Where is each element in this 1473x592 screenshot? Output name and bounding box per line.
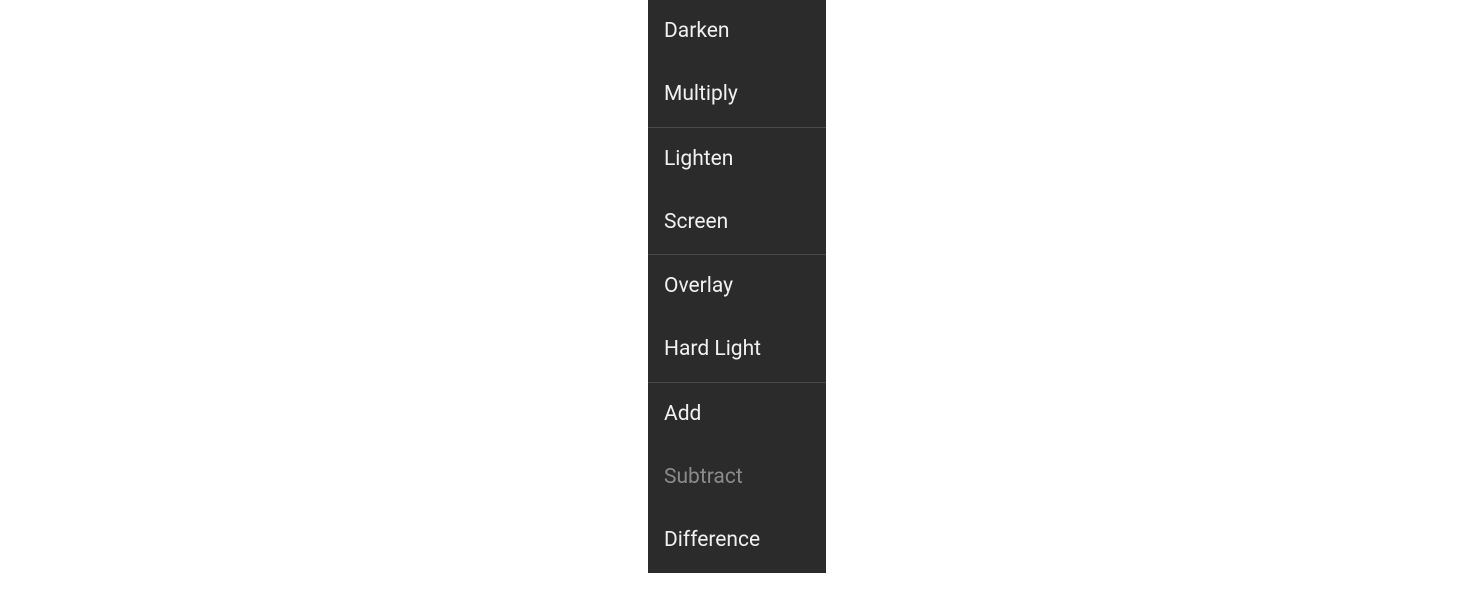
menu-item-subtract: Subtract bbox=[648, 446, 826, 509]
menu-item-label: Add bbox=[664, 402, 701, 426]
menu-item-label: Overlay bbox=[664, 274, 733, 298]
menu-item-overlay[interactable]: Overlay bbox=[648, 255, 826, 318]
menu-item-label: Hard Light bbox=[664, 337, 761, 361]
menu-item-add[interactable]: Add bbox=[648, 383, 826, 446]
menu-item-multiply[interactable]: Multiply bbox=[648, 63, 826, 126]
menu-item-difference[interactable]: Difference bbox=[648, 509, 826, 572]
menu-item-label: Difference bbox=[664, 528, 760, 552]
menu-item-label: Lighten bbox=[664, 147, 733, 171]
menu-item-lighten[interactable]: Lighten bbox=[648, 128, 826, 191]
menu-item-label: Darken bbox=[664, 19, 730, 43]
menu-item-label: Subtract bbox=[664, 465, 743, 489]
blend-mode-menu: Darken Multiply Lighten Screen Overlay H… bbox=[648, 0, 826, 573]
menu-item-darken[interactable]: Darken bbox=[648, 0, 826, 63]
menu-item-screen[interactable]: Screen bbox=[648, 191, 826, 254]
menu-item-label: Multiply bbox=[664, 82, 738, 106]
menu-item-label: Screen bbox=[664, 210, 728, 234]
menu-item-hard-light[interactable]: Hard Light bbox=[648, 318, 826, 381]
